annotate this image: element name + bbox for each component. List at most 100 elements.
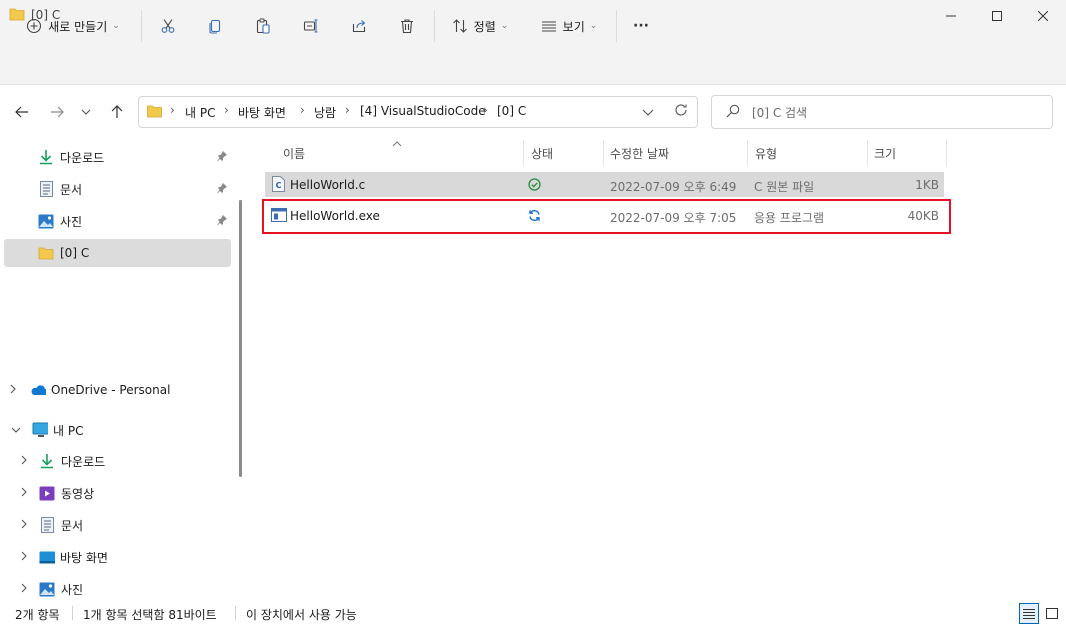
column-header-size[interactable]: 크기 <box>874 145 896 162</box>
column-header-name[interactable]: 이름 <box>283 145 305 162</box>
maximize-button[interactable] <box>974 0 1020 32</box>
close-icon <box>1038 11 1048 21</box>
arrow-left-icon <box>15 106 28 118</box>
chevron-down-icon: ⌄ <box>112 21 120 31</box>
breadcrumb-item[interactable]: 낭람 <box>314 104 336 121</box>
folder-icon <box>38 245 54 261</box>
sidebar-item-pictures[interactable]: 사진 <box>4 575 231 603</box>
view-button[interactable]: 보기 ⌄ <box>532 10 606 42</box>
column-divider[interactable] <box>747 140 748 166</box>
chevron-right-icon[interactable] <box>21 519 27 532</box>
large-icons-view-button[interactable] <box>1042 603 1062 624</box>
sort-button[interactable]: 정렬 ⌄ <box>443 10 517 42</box>
minimize-icon <box>946 15 956 17</box>
chevron-right-icon[interactable] <box>21 455 27 468</box>
highlight-box <box>262 199 951 234</box>
up-button[interactable] <box>103 98 131 126</box>
details-view-button[interactable] <box>1019 603 1039 624</box>
view-icon <box>541 21 556 32</box>
svg-text:C: C <box>276 181 282 190</box>
breadcrumb-item[interactable]: 내 PC <box>185 104 215 121</box>
computer-icon <box>32 422 48 438</box>
sidebar-item-label: 사진 <box>61 582 84 597</box>
download-icon <box>38 149 54 165</box>
folder-icon <box>146 104 163 121</box>
view-button-label: 보기 <box>562 19 585 34</box>
pin-icon[interactable] <box>216 214 228 229</box>
chevron-down-icon: ⌄ <box>589 21 598 31</box>
sidebar-item-pictures-quick[interactable]: 사진 <box>4 207 231 235</box>
chevron-down-icon[interactable] <box>11 425 21 436</box>
back-button[interactable] <box>8 98 36 126</box>
sidebar-item-this-pc[interactable]: 내 PC <box>4 416 231 444</box>
sidebar-item-documents[interactable]: 문서 <box>4 511 231 539</box>
more-options-button[interactable]: ··· <box>625 10 657 42</box>
column-header-modified[interactable]: 수정한 날짜 <box>610 145 669 162</box>
column-divider[interactable] <box>867 140 868 166</box>
column-divider[interactable] <box>523 140 524 166</box>
minimize-button[interactable] <box>928 0 974 32</box>
breadcrumb-item[interactable]: [0] C <box>497 104 526 118</box>
sidebar-item-desktop[interactable]: 바탕 화면 <box>4 543 231 571</box>
chevron-right-icon[interactable] <box>21 551 27 564</box>
paste-button[interactable] <box>247 10 279 42</box>
share-button[interactable] <box>343 10 375 42</box>
column-divider[interactable] <box>603 140 604 166</box>
download-icon <box>39 453 55 469</box>
toolbar-divider <box>616 10 617 42</box>
sidebar-item-downloads[interactable]: 다운로드 <box>4 447 231 475</box>
address-history-chevron-icon[interactable] <box>642 106 654 120</box>
chevron-right-icon[interactable] <box>10 384 16 397</box>
pin-icon[interactable] <box>216 182 228 197</box>
forward-button[interactable] <box>43 98 71 126</box>
pin-icon[interactable] <box>216 150 228 165</box>
file-type: C 원본 파일 <box>754 180 815 194</box>
cut-button[interactable] <box>152 10 184 42</box>
sidebar-item-downloads-quick[interactable]: 다운로드 <box>4 143 231 171</box>
rename-icon <box>303 19 318 33</box>
sidebar-scrollbar[interactable] <box>239 200 242 477</box>
breadcrumb-separator: › <box>170 103 175 117</box>
search-placeholder: [0] C 검색 <box>752 106 808 120</box>
sidebar-item-label: 문서 <box>60 182 83 197</box>
copy-button[interactable] <box>199 10 231 42</box>
delete-button[interactable] <box>391 10 423 42</box>
cloud-icon <box>30 382 46 398</box>
sort-icon <box>452 19 467 33</box>
sidebar-item-label: 다운로드 <box>61 454 106 469</box>
file-row[interactable]: C HelloWorld.c 2022-07-09 오후 6:49 C 원본 파… <box>265 172 944 197</box>
sidebar-item-label: [0] C <box>60 246 90 260</box>
sort-ascending-icon <box>392 136 402 150</box>
arrow-up-icon <box>111 105 123 118</box>
availability-status: 이 장치에서 사용 가능 <box>246 608 357 622</box>
chevron-right-icon[interactable] <box>21 583 27 596</box>
sidebar-item-current-folder[interactable]: [0] C <box>4 239 231 267</box>
refresh-icon[interactable] <box>674 103 688 120</box>
selection-info: 1개 항목 선택함 81바이트 <box>83 608 217 622</box>
sidebar-item-onedrive[interactable]: OneDrive - Personal <box>4 376 231 404</box>
document-icon <box>38 181 54 197</box>
sidebar-item-label: 내 PC <box>53 423 84 438</box>
search-icon <box>726 104 740 121</box>
recent-locations-button[interactable] <box>74 98 98 126</box>
new-button[interactable]: 새로 만들기 ⌄ <box>14 10 132 42</box>
maximize-icon <box>992 11 1002 21</box>
chevron-right-icon[interactable] <box>21 487 27 500</box>
video-icon <box>39 485 55 501</box>
breadcrumb-item[interactable]: [4] VisualStudioCode <box>360 104 486 118</box>
breadcrumb-separator: › <box>300 103 305 117</box>
breadcrumb-item[interactable]: 바탕 화면 <box>238 104 286 121</box>
desktop-icon <box>39 549 55 565</box>
rename-button[interactable] <box>295 10 327 42</box>
column-header-type[interactable]: 유형 <box>755 145 777 162</box>
sort-button-label: 정렬 <box>473 19 496 34</box>
sidebar-item-videos[interactable]: 동영상 <box>4 479 231 507</box>
sidebar-item-label: 동영상 <box>61 486 95 501</box>
new-button-label: 새로 만들기 <box>48 19 108 34</box>
column-divider[interactable] <box>946 140 947 166</box>
file-size: 1KB <box>915 178 939 192</box>
document-icon <box>39 517 55 533</box>
close-button[interactable] <box>1020 0 1066 32</box>
column-header-status[interactable]: 상태 <box>531 145 553 162</box>
sidebar-item-documents-quick[interactable]: 문서 <box>4 175 231 203</box>
